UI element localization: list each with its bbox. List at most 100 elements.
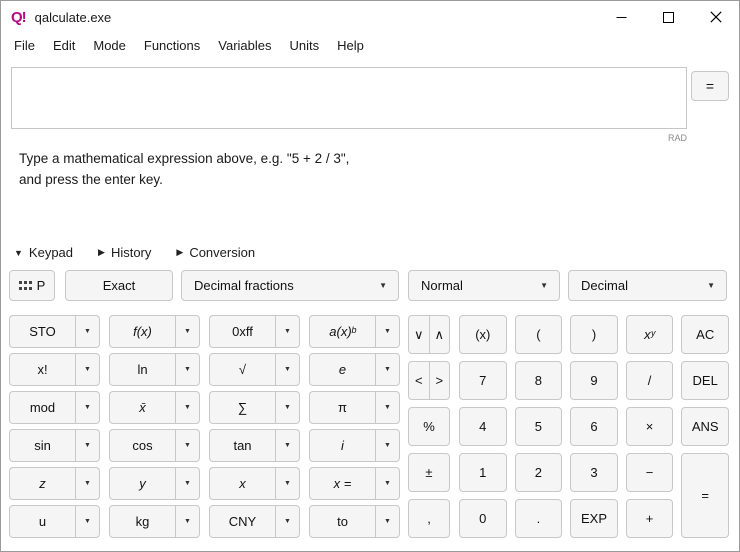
key-0[interactable]: 0 <box>459 499 507 538</box>
key-tan[interactable]: tan <box>209 429 275 462</box>
key-y-dropdown-arrow[interactable]: ▼ <box>175 467 200 500</box>
key-sqrt[interactable]: √ <box>209 353 275 386</box>
keypad-mode-button[interactable]: P <box>9 270 55 301</box>
key-ln[interactable]: ln <box>109 353 175 386</box>
history-expander[interactable]: ▶ History <box>98 245 151 260</box>
key-a-x-power-b[interactable]: a(x)ᵇ <box>309 315 375 348</box>
key-mod-dropdown-arrow[interactable]: ▼ <box>75 391 100 424</box>
key-kg[interactable]: kg <box>109 505 175 538</box>
key-9[interactable]: 9 <box>570 361 618 400</box>
exact-toggle-button[interactable]: Exact <box>65 270 173 301</box>
key-plus[interactable]: + <box>625 499 674 538</box>
key-divide[interactable]: / <box>625 361 674 400</box>
key-hex[interactable]: 0xff <box>209 315 275 348</box>
key-e-dropdown-arrow[interactable]: ▼ <box>375 353 400 386</box>
key-sum-dropdown-arrow[interactable]: ▼ <box>275 391 300 424</box>
key-minus[interactable]: − <box>625 453 674 492</box>
key-answer[interactable]: ANS <box>681 407 729 446</box>
display-mode-dropdown[interactable]: Normal ▼ <box>408 270 560 301</box>
key-x[interactable]: x <box>209 467 275 500</box>
key-pi[interactable]: π <box>309 391 375 424</box>
menu-file[interactable]: File <box>5 35 44 56</box>
key-1[interactable]: 1 <box>459 453 507 492</box>
key-sum[interactable]: ∑ <box>209 391 275 424</box>
key-imaginary-dropdown-arrow[interactable]: ▼ <box>375 429 400 462</box>
key-mod[interactable]: mod <box>9 391 75 424</box>
key-exponent[interactable]: EXP <box>570 499 618 538</box>
key-unit-u[interactable]: u <box>9 505 75 538</box>
key-4[interactable]: 4 <box>459 407 507 446</box>
key-factorial[interactable]: x! <box>9 353 75 386</box>
conversion-expander[interactable]: ▶ Conversion <box>176 245 255 260</box>
key-hex-dropdown-arrow[interactable]: ▼ <box>275 315 300 348</box>
key-percent[interactable]: % <box>408 407 450 446</box>
key-all-clear[interactable]: AC <box>681 315 729 354</box>
menu-variables[interactable]: Variables <box>209 35 280 56</box>
key-x-equals[interactable]: x = <box>309 467 375 500</box>
key-8[interactable]: 8 <box>514 361 563 400</box>
expression-input[interactable] <box>12 68 686 128</box>
key-cos-dropdown-arrow[interactable]: ▼ <box>175 429 200 462</box>
key-3[interactable]: 3 <box>570 453 618 492</box>
menu-functions[interactable]: Functions <box>135 35 209 56</box>
key-sto[interactable]: STO <box>9 315 75 348</box>
key-comma[interactable]: , <box>408 499 450 538</box>
key-left[interactable]: < <box>408 361 429 400</box>
key-5[interactable]: 5 <box>514 407 563 446</box>
keypad-expander[interactable]: ▼ Keypad <box>14 245 73 260</box>
menu-units[interactable]: Units <box>281 35 329 56</box>
key-a-x-power-b-dropdown-arrow[interactable]: ▼ <box>375 315 400 348</box>
key-equals[interactable]: = <box>681 453 729 538</box>
calculate-button[interactable]: = <box>691 71 729 101</box>
key-z-dropdown-arrow[interactable]: ▼ <box>75 467 100 500</box>
key-smart-parens[interactable]: (x) <box>459 315 507 354</box>
key-sin-dropdown-arrow[interactable]: ▼ <box>75 429 100 462</box>
key-delete[interactable]: DEL <box>681 361 729 400</box>
key-6[interactable]: 6 <box>570 407 618 446</box>
key-down[interactable]: ∨ <box>408 315 429 354</box>
key-e[interactable]: e <box>309 353 375 386</box>
key-factorial-dropdown-arrow[interactable]: ▼ <box>75 353 100 386</box>
key-right[interactable]: > <box>428 361 450 400</box>
key-x-bar-dropdown-arrow[interactable]: ▼ <box>175 391 200 424</box>
key-plus-minus[interactable]: ± <box>408 453 450 492</box>
keypad-left-grid: STO ▼ f(x) ▼ 0xff ▼ a(x)ᵇ ▼ x! ▼ ln ▼ √ ▼ e ▼ mod ▼ x̄ ▼ ∑ ▼ π… <box>9 315 400 538</box>
key-imaginary[interactable]: i <box>309 429 375 462</box>
key-decimal-point[interactable]: . <box>514 499 563 538</box>
key-function[interactable]: f(x) <box>109 315 175 348</box>
key-2[interactable]: 2 <box>514 453 563 492</box>
key-sto-dropdown-arrow[interactable]: ▼ <box>75 315 100 348</box>
key-up[interactable]: ∧ <box>428 315 450 354</box>
key-function-dropdown-arrow[interactable]: ▼ <box>175 315 200 348</box>
key-cny[interactable]: CNY <box>209 505 275 538</box>
key-sqrt-dropdown-arrow[interactable]: ▼ <box>275 353 300 386</box>
key-x-bar[interactable]: x̄ <box>109 391 175 424</box>
key-to[interactable]: to <box>309 505 375 538</box>
key-close-paren[interactable]: ) <box>570 315 618 354</box>
key-to-dropdown-arrow[interactable]: ▼ <box>375 505 400 538</box>
maximize-button[interactable] <box>645 1 692 33</box>
key-sin[interactable]: sin <box>9 429 75 462</box>
menu-edit[interactable]: Edit <box>44 35 84 56</box>
key-cos[interactable]: cos <box>109 429 175 462</box>
close-button[interactable] <box>692 1 739 33</box>
key-ln-dropdown-arrow[interactable]: ▼ <box>175 353 200 386</box>
number-base-dropdown[interactable]: Decimal ▼ <box>568 270 727 301</box>
key-z[interactable]: z <box>9 467 75 500</box>
key-7[interactable]: 7 <box>459 361 507 400</box>
key-pi-dropdown-arrow[interactable]: ▼ <box>375 391 400 424</box>
key-x-dropdown-arrow[interactable]: ▼ <box>275 467 300 500</box>
key-multiply[interactable]: × <box>625 407 674 446</box>
key-open-paren[interactable]: ( <box>514 315 563 354</box>
key-kg-dropdown-arrow[interactable]: ▼ <box>175 505 200 538</box>
menu-help[interactable]: Help <box>328 35 373 56</box>
key-x-equals-dropdown-arrow[interactable]: ▼ <box>375 467 400 500</box>
key-tan-dropdown-arrow[interactable]: ▼ <box>275 429 300 462</box>
menu-mode[interactable]: Mode <box>84 35 135 56</box>
key-unit-u-dropdown-arrow[interactable]: ▼ <box>75 505 100 538</box>
key-x-power-y[interactable]: xʸ <box>625 315 674 354</box>
key-cny-dropdown-arrow[interactable]: ▼ <box>275 505 300 538</box>
key-y[interactable]: y <box>109 467 175 500</box>
fraction-mode-dropdown[interactable]: Decimal fractions ▼ <box>181 270 399 301</box>
minimize-button[interactable] <box>598 1 645 33</box>
